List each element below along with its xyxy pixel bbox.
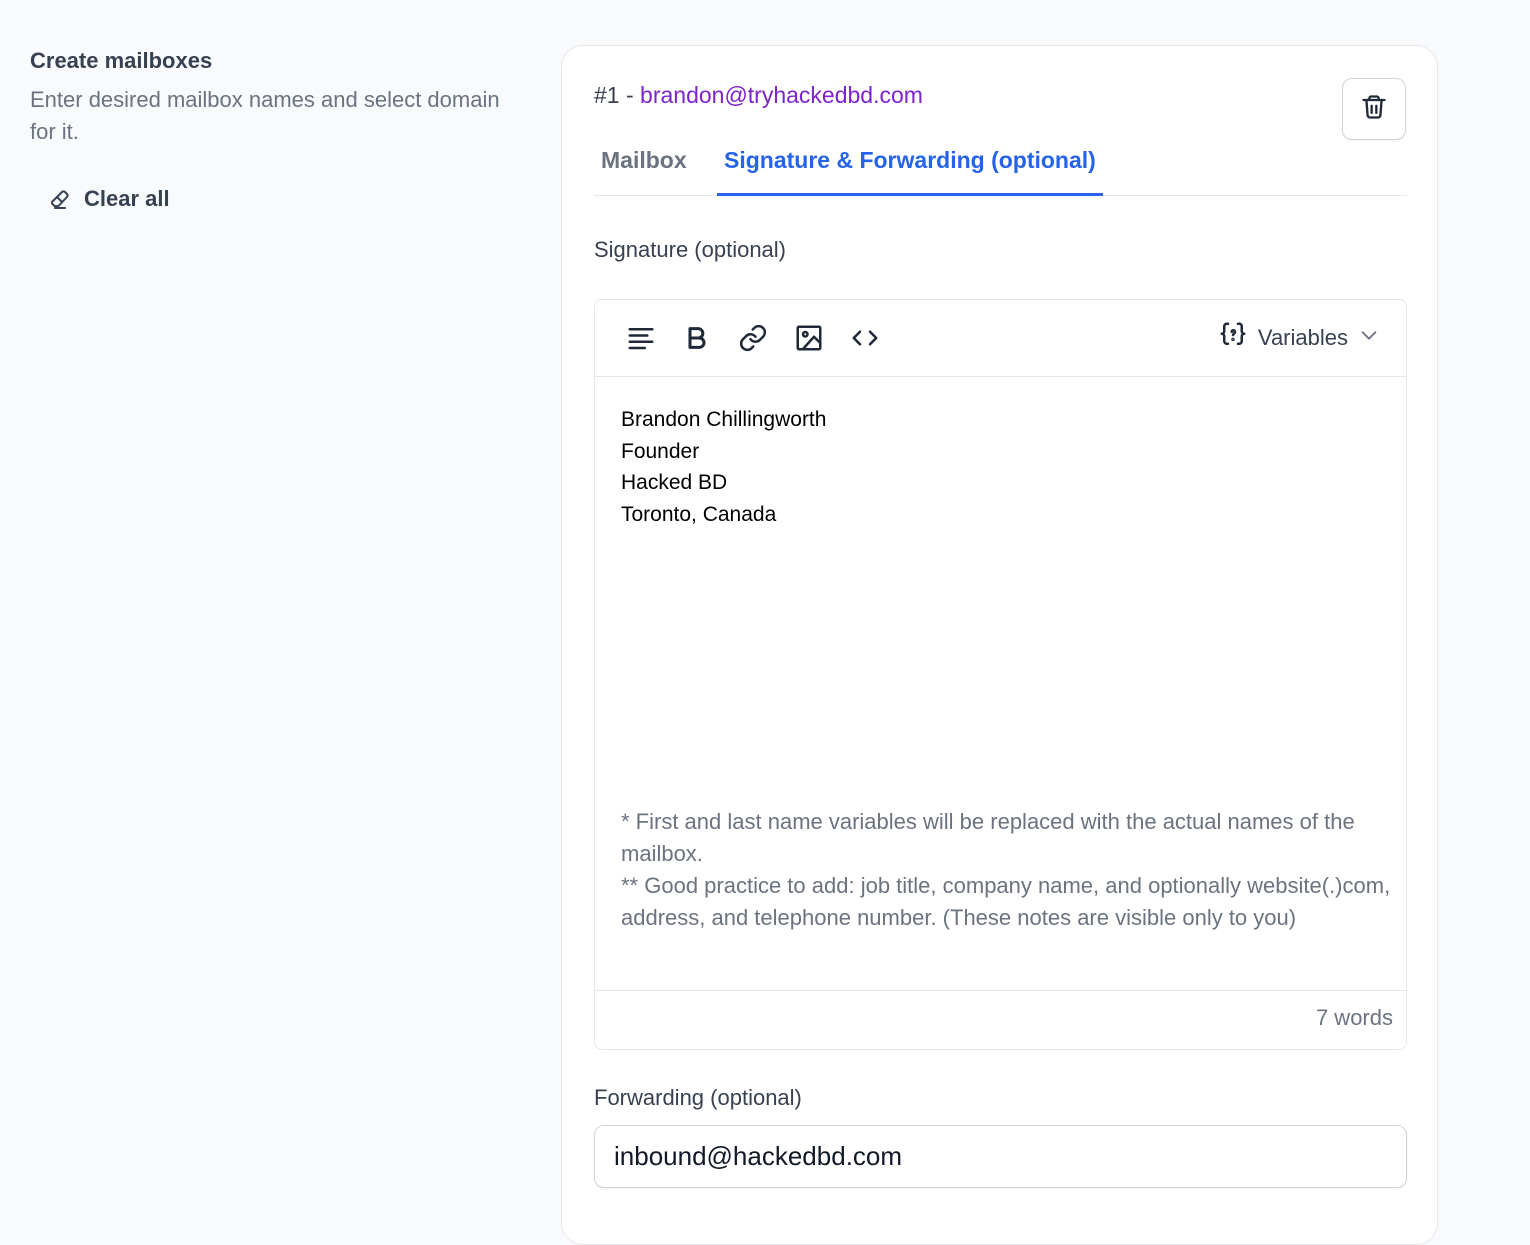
variables-icon	[1218, 320, 1248, 356]
signature-label: Signature (optional)	[594, 237, 787, 262]
signature-line: Founder	[621, 439, 700, 463]
section-intro: Create mailboxes Enter desired mailbox n…	[30, 46, 500, 148]
mailbox-tabs: Mailbox Signature & Forwarding (optional…	[594, 140, 1407, 196]
editor-status-bar: 7 words	[595, 990, 1406, 1049]
forwarding-input[interactable]	[594, 1125, 1407, 1188]
signature-content[interactable]: Brandon Chillingworth Founder Hacked BD …	[621, 404, 1381, 530]
clear-all-button[interactable]: Clear all	[48, 186, 170, 212]
signature-notes: * First and last name variables will be …	[621, 806, 1391, 934]
clear-all-label: Clear all	[84, 186, 170, 211]
section-description: Enter desired mailbox names and select d…	[30, 87, 500, 144]
delete-mailbox-button[interactable]	[1342, 78, 1406, 140]
tab-signature-forwarding[interactable]: Signature & Forwarding (optional)	[717, 140, 1103, 196]
trash-icon	[1360, 93, 1388, 126]
word-count: 7 words	[1315, 1005, 1393, 1030]
image-icon[interactable]	[793, 322, 825, 354]
tab-mailbox[interactable]: Mailbox	[601, 140, 687, 196]
link-icon[interactable]	[737, 322, 769, 354]
editor-toolbar: Variables	[595, 300, 1406, 377]
code-icon[interactable]	[849, 322, 881, 354]
bold-icon[interactable]	[681, 322, 713, 354]
signature-line: Hacked BD	[621, 471, 728, 494]
mailbox-email: brandon@tryhackedbd.com	[640, 82, 923, 108]
variables-label: Variables	[1257, 325, 1348, 350]
variables-dropdown[interactable]: Variables	[1218, 322, 1380, 354]
signature-editor: Variables Brandon Chillingworth Founder …	[594, 299, 1407, 1050]
forwarding-label: Forwarding (optional)	[594, 1085, 802, 1110]
signature-line: Toronto, Canada	[621, 502, 777, 526]
signature-note: ** Good practice to add: job title, comp…	[621, 873, 1391, 930]
signature-line: Brandon Chillingworth	[621, 408, 827, 431]
mailbox-header: #1 - brandon@tryhackedbd.com	[594, 80, 923, 110]
mailbox-index: #1 -	[594, 82, 641, 108]
section-title: Create mailboxes	[30, 48, 213, 73]
mailbox-card: #1 - brandon@tryhackedbd.com Mailbox Sig…	[561, 45, 1438, 1245]
eraser-icon	[48, 187, 72, 211]
signature-note: * First and last name variables will be …	[621, 809, 1355, 866]
chevron-down-icon	[1358, 324, 1380, 352]
align-left-icon[interactable]	[625, 322, 657, 354]
